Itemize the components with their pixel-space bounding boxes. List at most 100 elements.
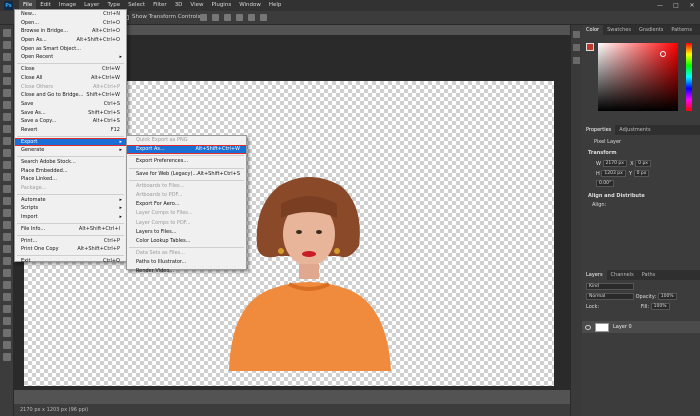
menu-help[interactable]: Help [265,0,286,11]
menu-item-export-preferences[interactable]: Export Preferences... [127,157,246,166]
align-left-icon[interactable] [200,14,207,21]
tab-layers[interactable]: Layers [582,270,607,280]
menu-item-save-a-copy[interactable]: Save a Copy... Alt+Ctrl+S [15,117,126,126]
rectangle-tool-icon[interactable] [3,257,11,265]
menu-item-close[interactable]: Close Ctrl+W [15,65,126,74]
more-tools-tool-icon[interactable] [3,293,11,301]
menu-item-browse-in-bridge[interactable]: Browse in Bridge... Alt+Ctrl+O [15,27,126,36]
move-tool-icon[interactable] [3,29,11,37]
swap-colors-tool-icon[interactable] [3,305,11,313]
menu-view[interactable]: View [186,0,207,11]
menu-item-save-for-web-legacy[interactable]: Save for Web (Legacy)... Alt+Shift+Ctrl+S [127,170,246,179]
align-middle-icon[interactable] [248,14,255,21]
menu-item-export-for-aero[interactable]: Export For Aero... [127,200,246,209]
menu-item-exit[interactable]: Exit Ctrl+Q [15,257,126,266]
width-field[interactable]: 2170 px [602,160,627,167]
brush-settings-icon[interactable] [573,57,580,64]
height-field[interactable]: 1203 px [601,170,626,177]
align-top-icon[interactable] [236,14,243,21]
tab-patterns[interactable]: Patterns [667,25,696,35]
menu-item-print-one-copy[interactable]: Print One Copy Alt+Shift+Ctrl+P [15,245,126,254]
menu-item-export[interactable]: Export ▸ [15,137,126,147]
foreground-color-tool-icon[interactable] [3,317,11,325]
tab-adjustments[interactable]: Adjustments [615,125,654,135]
y-field[interactable]: 0 px [633,170,650,177]
crop-tool-icon[interactable] [3,89,11,97]
tab-channels[interactable]: Channels [607,270,638,280]
menu-item-file-info[interactable]: File Info... Alt+Shift+Ctrl+I [15,225,126,234]
hue-slider[interactable] [686,43,692,111]
menu-select[interactable]: Select [124,0,149,11]
menu-item-open-as[interactable]: Open As... Alt+Shift+Ctrl+O [15,36,126,45]
menu-item-place-embedded[interactable]: Place Embedded... [15,167,126,176]
x-field[interactable]: 0 px [635,160,651,167]
align-center-icon[interactable] [212,14,219,21]
menu-item-search-adobe-stock[interactable]: Search Adobe Stock... [15,158,126,167]
menu-3d[interactable]: 3D [171,0,187,11]
blur-tool-icon[interactable] [3,197,11,205]
visibility-eye-icon[interactable] [585,324,591,330]
opacity-field[interactable]: 100% [657,293,677,300]
menu-item-export-as[interactable]: Export As... Alt+Shift+Ctrl+W [127,145,246,155]
menu-item-save-as[interactable]: Save As... Shift+Ctrl+S [15,109,126,118]
type-tool-icon[interactable] [3,233,11,241]
frame-tool-icon[interactable] [3,101,11,109]
menu-item-place-linked[interactable]: Place Linked... [15,175,126,184]
tab-swatches[interactable]: Swatches [603,25,635,35]
close-icon[interactable]: ✕ [684,0,700,11]
menu-filter[interactable]: Filter [149,0,171,11]
brush-tool-icon[interactable] [3,137,11,145]
menu-item-open[interactable]: Open... Ctrl+O [15,19,126,28]
menu-item-layers-to-files[interactable]: Layers to Files... [127,228,246,237]
layer-row[interactable]: Layer 0 [582,321,700,333]
menu-item-print[interactable]: Print... Ctrl+P [15,237,126,246]
blend-mode-select[interactable]: Normal [586,293,634,300]
menu-item-close-and-go-to-bridge[interactable]: Close and Go to Bridge... Shift+Ctrl+W [15,91,126,100]
angle-field[interactable]: 0.00° [596,180,615,187]
zoom-tool-icon[interactable] [3,281,11,289]
align-right-icon[interactable] [224,14,231,21]
fill-field[interactable]: 100% [650,303,670,310]
menu-item-paths-to-illustrator[interactable]: Paths to Illustrator... [127,258,246,267]
hand-tool-icon[interactable] [3,269,11,277]
tab-properties[interactable]: Properties [582,125,616,135]
clone-stamp-tool-icon[interactable] [3,149,11,157]
history-icon[interactable] [573,31,580,38]
menu-item-color-lookup-tables[interactable]: Color Lookup Tables... [127,237,246,246]
foreground-color-swatch[interactable] [586,43,594,51]
tab-color[interactable]: Color [582,25,604,35]
background-color-tool-icon[interactable] [3,329,11,337]
kind-filter[interactable]: Kind [586,283,634,290]
menu-window[interactable]: Window [235,0,265,11]
eyedropper-tool-icon[interactable] [3,113,11,121]
eraser-tool-icon[interactable] [3,173,11,181]
menu-item-import[interactable]: Import ▸ [15,213,126,222]
menu-item-render-video[interactable]: Render Video... [127,267,246,276]
quick-select-tool-icon[interactable] [3,77,11,85]
color-picker-field[interactable] [598,43,678,111]
artboard-tool-icon[interactable] [3,41,11,49]
quick-mask-tool-icon[interactable] [3,341,11,349]
maximize-icon[interactable]: □ [668,0,684,11]
gradient-tool-icon[interactable] [3,185,11,193]
tab-paths[interactable]: Paths [638,270,660,280]
menu-item-automate[interactable]: Automate ▸ [15,196,126,205]
healing-tool-icon[interactable] [3,125,11,133]
menu-item-generate[interactable]: Generate ▸ [15,146,126,155]
menu-item-scripts[interactable]: Scripts ▸ [15,204,126,213]
marquee-tool-icon[interactable] [3,53,11,61]
menu-item-close-all[interactable]: Close All Alt+Ctrl+W [15,74,126,83]
history-brush-tool-icon[interactable] [3,161,11,169]
menu-item-open-as-smart-object[interactable]: Open as Smart Object... [15,45,126,54]
path-select-tool-icon[interactable] [3,245,11,253]
dodge-tool-icon[interactable] [3,209,11,217]
properties-icon[interactable] [573,44,580,51]
menu-item-revert[interactable]: Revert F12 [15,126,126,135]
menu-item-new[interactable]: New... Ctrl+N [15,10,126,19]
pen-tool-icon[interactable] [3,221,11,229]
tab-gradients[interactable]: Gradients [635,25,667,35]
menu-plugins[interactable]: Plugins [207,0,235,11]
menu-item-open-recent[interactable]: Open Recent ▸ [15,53,126,62]
minimize-icon[interactable]: — [652,0,668,11]
menu-item-save[interactable]: Save Ctrl+S [15,100,126,109]
